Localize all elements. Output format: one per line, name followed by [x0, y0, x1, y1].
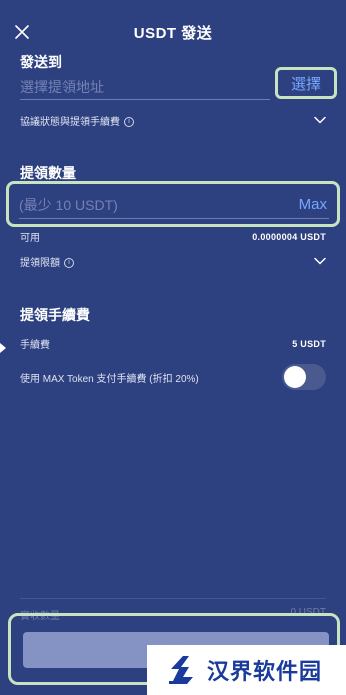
send-to-heading: 發送到 — [20, 54, 62, 70]
protocol-fee-label-wrap: 協議狀態與提領手續費 i — [20, 113, 134, 128]
bottom-divider — [20, 598, 326, 599]
protocol-fee-label: 協議狀態與提領手續費 — [20, 116, 120, 128]
address-input[interactable] — [20, 76, 270, 98]
amount-heading: 提領數量 — [20, 165, 76, 181]
max-token-label: 使用 MAX Token 支付手續費 (折扣 20%) — [20, 373, 199, 385]
protocol-fee-row[interactable]: 協議狀態與提領手續費 i — [20, 111, 326, 129]
page-title: USDT 發送 — [133, 24, 213, 42]
info-icon: i — [124, 116, 134, 127]
fee-label: 手續費 — [20, 340, 50, 351]
amount-field-highlight: Max — [6, 181, 340, 227]
chevron-down-icon — [314, 116, 326, 124]
amount-underline — [19, 218, 329, 219]
withdraw-limit-row[interactable]: 提領限額 i — [20, 252, 326, 270]
close-icon[interactable] — [14, 24, 30, 40]
address-row: 選擇 — [20, 67, 337, 102]
select-address-button[interactable]: 選擇 — [275, 67, 337, 99]
max-token-toggle[interactable] — [282, 364, 326, 390]
max-token-row: 使用 MAX Token 支付手續費 (折扣 20%) — [20, 364, 326, 390]
fee-value: 5 USDT — [292, 338, 326, 349]
toggle-knob — [284, 366, 306, 388]
available-row: 可用 0.0000004 USDT — [20, 229, 326, 245]
address-underline — [20, 99, 270, 100]
available-label: 可用 — [20, 233, 40, 244]
fee-row: 手續費 5 USDT — [20, 336, 326, 352]
max-button[interactable]: Max — [299, 196, 327, 213]
info-icon: i — [64, 257, 74, 268]
amount-input[interactable] — [19, 194, 269, 216]
watermark: 汉界软件园 — [147, 645, 346, 695]
side-arrow-icon — [0, 343, 6, 353]
available-value: 0.0000004 USDT — [252, 231, 326, 242]
watermark-text: 汉界软件园 — [207, 660, 323, 685]
watermark-logo-icon — [169, 656, 193, 684]
chevron-down-icon — [314, 257, 326, 265]
withdraw-limit-label: 提領限額 — [20, 257, 60, 269]
withdraw-limit-label-wrap: 提領限額 i — [20, 254, 74, 269]
fee-heading: 提領手續費 — [20, 307, 90, 323]
